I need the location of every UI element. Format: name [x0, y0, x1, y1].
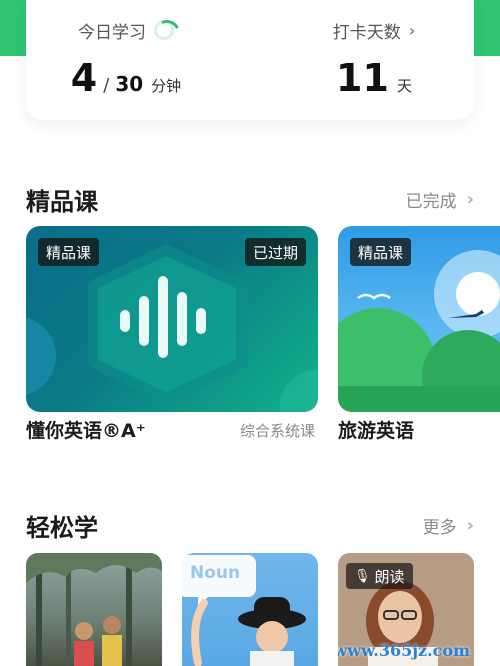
more-link-label: 更多: [422, 517, 457, 538]
premium-badge: 精品课: [38, 238, 100, 266]
checkin-days: 11: [336, 56, 389, 100]
course-title-travel[interactable]: 旅游英语: [338, 416, 414, 443]
easy-card-noun[interactable]: Noun: [182, 553, 318, 666]
today-study-stat[interactable]: 今日学习 4 / 30 分钟: [26, 18, 226, 100]
premium-section-title: 精品课: [26, 187, 98, 216]
chevron-right-icon: ›: [408, 20, 416, 40]
premium-section-header: 精品课 已完成 ›: [26, 182, 474, 216]
read-aloud-badge: 🎙 朗读: [346, 563, 413, 589]
goal-minutes: 30: [115, 72, 144, 96]
watermark: www.365jz.com: [338, 641, 470, 660]
easy-section-header: 轻松学 更多 ›: [26, 508, 474, 542]
today-study-label: 今日学习: [78, 22, 146, 43]
days-unit: 天: [396, 77, 412, 95]
read-aloud-label: 朗读: [374, 567, 405, 586]
checkin-label-row: 打卡天数 ›: [332, 18, 416, 43]
easy-section-title: 轻松学: [26, 513, 98, 542]
today-minutes: 4: [70, 56, 98, 100]
premium-badge: 精品课: [350, 238, 412, 266]
study-stats-card: 今日学习 4 / 30 分钟 打卡天数 › 11 天: [26, 0, 474, 120]
checkin-label: 打卡天数: [332, 22, 401, 43]
minutes-unit: 分钟: [151, 77, 182, 95]
course-card-dongni[interactable]: 精品课 已过期: [26, 226, 318, 412]
chevron-right-icon: ›: [466, 514, 474, 536]
expired-badge: 已过期: [244, 238, 306, 266]
more-link[interactable]: 更多 ›: [423, 513, 474, 538]
completed-link[interactable]: 已完成 ›: [406, 187, 474, 212]
checkin-value-row: 11 天: [274, 56, 474, 100]
separator: /: [103, 75, 110, 96]
chevron-right-icon: ›: [466, 188, 474, 210]
friends-photo: [26, 553, 162, 666]
easy-card-friends[interactable]: [26, 553, 162, 666]
today-study-value-row: 4 / 30 分钟: [26, 56, 226, 100]
completed-link-label: 已完成: [405, 191, 457, 212]
checkin-days-stat[interactable]: 打卡天数 › 11 天: [274, 18, 474, 101]
today-study-label-row: 今日学习: [78, 18, 174, 43]
easy-card-reading[interactable]: 🎙 朗读 www.365jz.com: [338, 553, 474, 666]
progress-ring-icon: [154, 20, 174, 40]
course-tag: 综合系统课: [240, 422, 316, 440]
course-title-dongni[interactable]: 懂你英语®A⁺: [26, 416, 146, 443]
microphone-icon: 🎙: [354, 568, 371, 584]
course-card-travel[interactable]: 精品课: [338, 226, 500, 412]
noun-label: Noun: [190, 563, 241, 583]
